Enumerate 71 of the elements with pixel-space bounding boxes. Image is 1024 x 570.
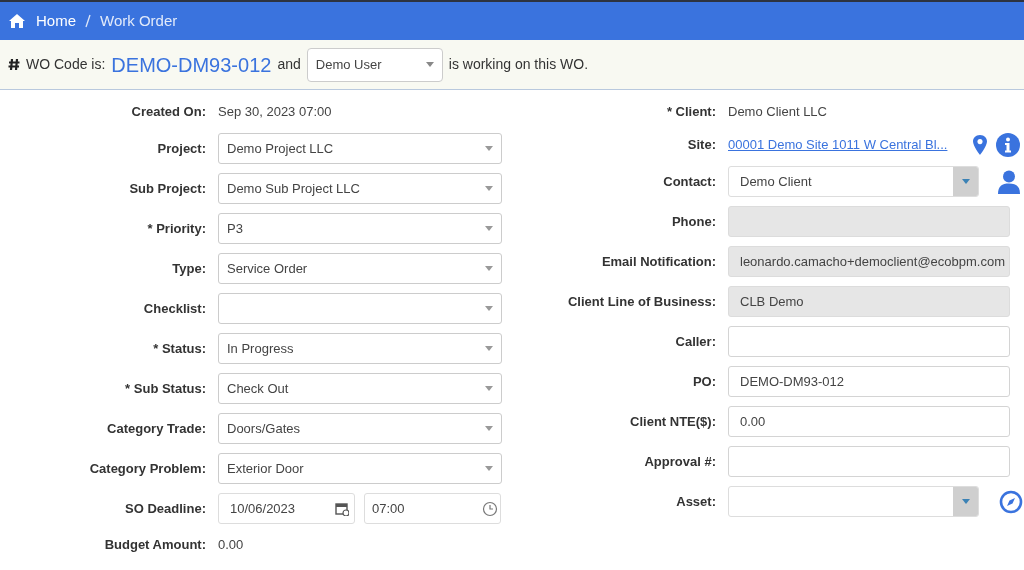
joiner-text: and bbox=[277, 55, 301, 74]
field-label: Approval #: bbox=[643, 452, 716, 471]
field-label: Caller: bbox=[674, 332, 716, 351]
field-label: Phone: bbox=[670, 212, 716, 231]
field-label: * Status: bbox=[152, 339, 206, 358]
caret-icon bbox=[961, 179, 970, 184]
field-label: Budget Amount: bbox=[103, 536, 206, 555]
person-icon[interactable] bbox=[998, 169, 1020, 194]
input-field[interactable] bbox=[728, 326, 1010, 357]
field-label: Contact: bbox=[662, 172, 716, 191]
wo-code: DEMO-DM93-012 bbox=[111, 52, 272, 78]
select-field[interactable]: Demo Project LLC bbox=[218, 133, 502, 164]
input-field[interactable] bbox=[728, 446, 1010, 477]
info-icon[interactable] bbox=[996, 133, 1020, 157]
field-label: Category Problem: bbox=[88, 459, 206, 478]
caret-icon bbox=[485, 186, 493, 191]
select-field[interactable]: Doors/Gates bbox=[218, 413, 502, 444]
field-label: Email Notification: bbox=[600, 252, 716, 271]
select-field[interactable] bbox=[218, 293, 502, 324]
field-label: * Priority: bbox=[146, 219, 206, 238]
wo-code-label: WO Code is: bbox=[26, 55, 106, 74]
hashtag-icon bbox=[8, 58, 20, 71]
caret-icon bbox=[485, 466, 493, 471]
breadcrumb-link[interactable]: Work Order bbox=[100, 9, 178, 33]
field-label: * Sub Status: bbox=[124, 379, 206, 398]
user-select[interactable]: Demo User bbox=[306, 47, 443, 82]
select-field[interactable]: Check Out bbox=[218, 373, 502, 404]
field-label: Project: bbox=[156, 139, 206, 158]
field-label: Client NTE($): bbox=[629, 412, 716, 431]
select-field[interactable]: Exterior Door bbox=[218, 453, 502, 484]
field-value: Demo Client LLC bbox=[728, 103, 827, 122]
select-field[interactable]: Demo Sub Project LLC bbox=[218, 173, 502, 204]
field-label: Client Line of Business: bbox=[566, 292, 716, 311]
contact-select[interactable]: Demo Client bbox=[728, 166, 979, 197]
caret-icon bbox=[485, 306, 493, 311]
date-field[interactable]: 10/06/2023 bbox=[218, 493, 355, 524]
calendar-icon[interactable] bbox=[335, 501, 349, 516]
time-field[interactable]: 07:00 bbox=[364, 493, 501, 524]
breadcrumb-separator bbox=[84, 13, 92, 29]
select-field[interactable]: In Progress bbox=[218, 333, 502, 364]
field-label: Created On: bbox=[130, 103, 206, 122]
breadcrumb-link[interactable]: Home bbox=[36, 9, 76, 33]
caret-icon bbox=[485, 226, 493, 231]
caret-icon bbox=[425, 62, 434, 67]
compass-icon[interactable] bbox=[999, 489, 1023, 514]
field-label: Site: bbox=[686, 136, 716, 155]
select-field[interactable]: Service Order bbox=[218, 253, 502, 284]
site-link[interactable]: 00001 Demo Site 1011 W Central Bl... bbox=[728, 135, 954, 155]
caret-icon bbox=[485, 146, 493, 151]
input-field[interactable]: DEMO-DM93-012 bbox=[728, 366, 1010, 397]
caret-icon bbox=[485, 346, 493, 351]
field-label: * Client: bbox=[665, 103, 716, 122]
caret-icon bbox=[485, 386, 493, 391]
field-value: Sep 30, 2023 07:00 bbox=[218, 103, 332, 122]
working-text: is working on this WO. bbox=[448, 55, 589, 74]
field-label: Asset: bbox=[675, 492, 716, 511]
home-icon[interactable] bbox=[8, 13, 26, 29]
clock-icon[interactable] bbox=[482, 500, 498, 517]
field-label: Checklist: bbox=[142, 299, 206, 318]
field-label: Sub Project: bbox=[128, 179, 206, 198]
map-pin-icon[interactable] bbox=[972, 134, 988, 156]
field-label: Category Trade: bbox=[106, 419, 206, 438]
field-label: SO Deadline: bbox=[124, 499, 206, 518]
field-label: PO: bbox=[691, 372, 716, 391]
caret-icon bbox=[485, 266, 493, 271]
field-value: 0.00 bbox=[218, 536, 244, 555]
select-field[interactable]: P3 bbox=[218, 213, 502, 244]
input-field[interactable]: 0.00 bbox=[728, 406, 1010, 437]
caret-icon bbox=[961, 499, 970, 504]
caret-icon bbox=[485, 426, 493, 431]
field-label: Type: bbox=[171, 259, 206, 278]
